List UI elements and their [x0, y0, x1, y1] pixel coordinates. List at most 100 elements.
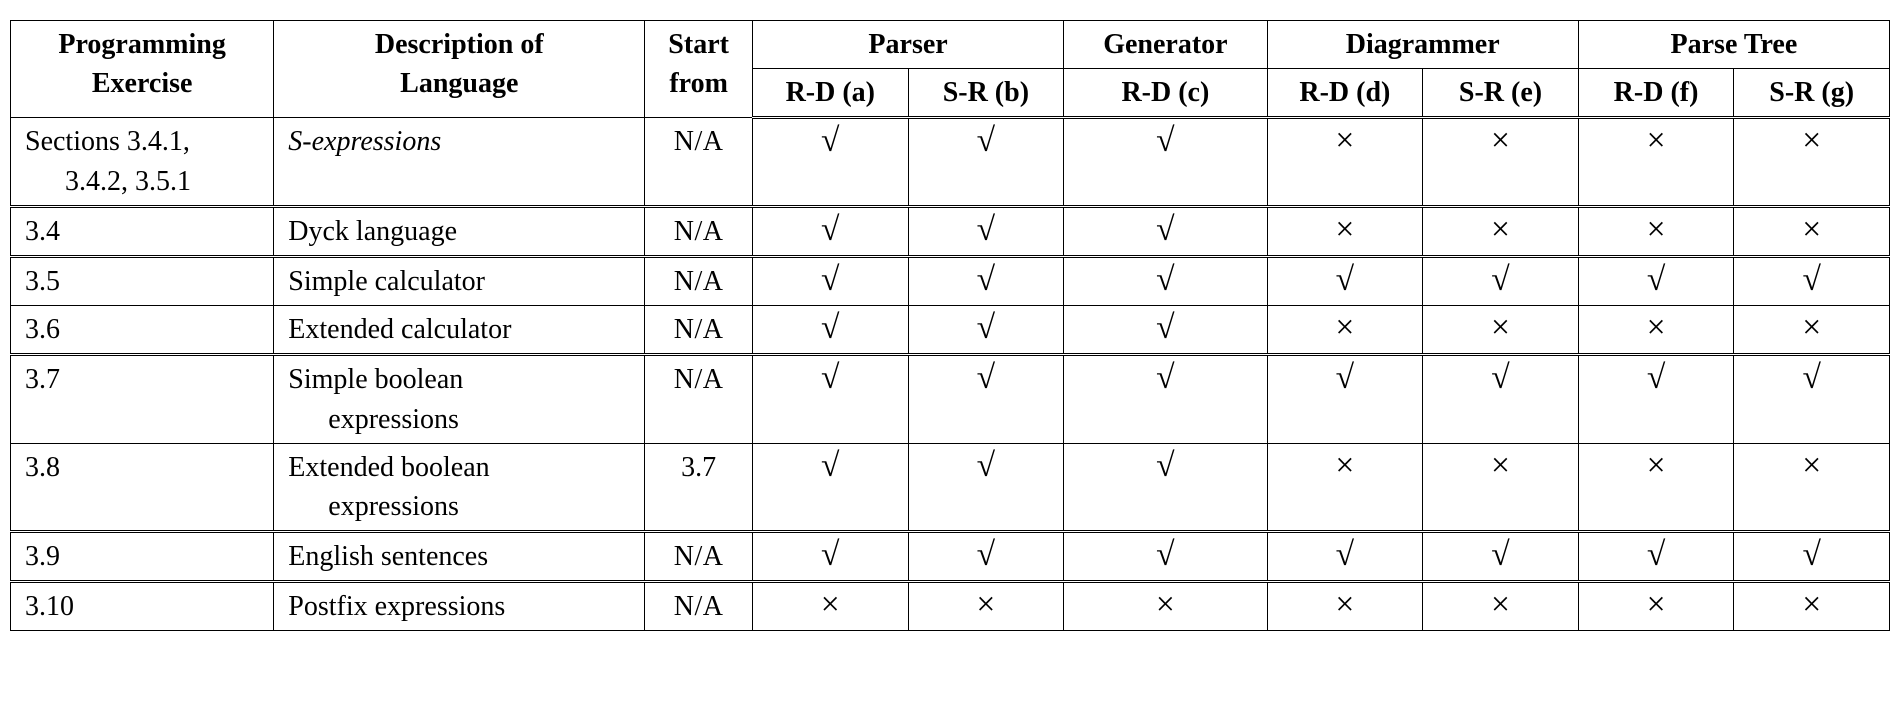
cross-icon: ×	[1335, 447, 1354, 484]
cell-parsetree-sr: ×	[1734, 443, 1890, 531]
check-icon: √	[1156, 261, 1174, 298]
hdr-parser-group: Parser	[752, 21, 1063, 69]
cell-diagrammer-rd: ×	[1267, 206, 1423, 256]
cell-parsetree-sr: ×	[1734, 306, 1890, 355]
check-icon: √	[821, 261, 839, 298]
cell-diagrammer-rd: ×	[1267, 582, 1423, 631]
cell-diagrammer-sr: ×	[1423, 206, 1579, 256]
cell-parsetree-rd: ×	[1578, 118, 1734, 206]
cell-exercise: Sections 3.4.1,3.4.2, 3.5.1	[11, 118, 274, 206]
cell-parser-rd: √	[752, 355, 908, 443]
cell-start-from: N/A	[645, 256, 753, 305]
check-icon: √	[1156, 536, 1174, 573]
cell-parser-rd: √	[752, 532, 908, 582]
cross-icon: ×	[1491, 122, 1510, 159]
cell-diagrammer-sr: ×	[1423, 582, 1579, 631]
cell-parsetree-sr: ×	[1734, 206, 1890, 256]
table-row: Sections 3.4.1,3.4.2, 3.5.1S-expressions…	[11, 118, 1890, 206]
cell-generator-rd: √	[1064, 256, 1267, 305]
cell-exercise: 3.7	[11, 355, 274, 443]
cell-language: S-expressions	[274, 118, 645, 206]
cross-icon: ×	[1335, 211, 1354, 248]
hdr-diagrammer-group: Diagrammer	[1267, 21, 1578, 69]
cell-parsetree-rd: ×	[1578, 582, 1734, 631]
cell-exercise: 3.5	[11, 256, 274, 305]
check-icon: √	[1336, 536, 1354, 573]
cell-parsetree-rd: √	[1578, 355, 1734, 443]
hdr-generator-group: Generator	[1064, 21, 1267, 69]
check-icon: √	[977, 261, 995, 298]
check-icon: √	[1647, 359, 1665, 396]
cell-diagrammer-rd: √	[1267, 532, 1423, 582]
cell-language: Simple calculator	[274, 256, 645, 305]
check-icon: √	[821, 536, 839, 573]
cell-diagrammer-sr: √	[1423, 355, 1579, 443]
cell-parsetree-sr: √	[1734, 355, 1890, 443]
check-icon: √	[821, 447, 839, 484]
cell-language: Postfix expressions	[274, 582, 645, 631]
table-body: Sections 3.4.1,3.4.2, 3.5.1S-expressions…	[11, 118, 1890, 631]
check-icon: √	[1802, 359, 1820, 396]
cell-diagrammer-sr: √	[1423, 256, 1579, 305]
cell-diagrammer-rd: ×	[1267, 118, 1423, 206]
exercise-table: Programming Exercise Description of Lang…	[10, 20, 1890, 631]
cell-parsetree-sr: √	[1734, 256, 1890, 305]
cell-start-from: 3.7	[645, 443, 753, 531]
cell-parser-rd: √	[752, 306, 908, 355]
cell-generator-rd: √	[1064, 532, 1267, 582]
cross-icon: ×	[1491, 309, 1510, 346]
cell-start-from: N/A	[645, 355, 753, 443]
cell-parser-rd: √	[752, 118, 908, 206]
cross-icon: ×	[1802, 211, 1821, 248]
cell-parsetree-sr: ×	[1734, 582, 1890, 631]
cross-icon: ×	[1647, 586, 1666, 623]
cell-parsetree-rd: √	[1578, 256, 1734, 305]
cross-icon: ×	[1491, 211, 1510, 248]
cell-parser-sr: √	[908, 532, 1064, 582]
check-icon: √	[1156, 122, 1174, 159]
cell-start-from: N/A	[645, 532, 753, 582]
hdr-parsetree-sr: S-R (g)	[1734, 69, 1890, 118]
cross-icon: ×	[1647, 122, 1666, 159]
cell-parser-sr: √	[908, 206, 1064, 256]
cell-language: Dyck language	[274, 206, 645, 256]
cell-parser-rd: ×	[752, 582, 908, 631]
cell-language: Extended calculator	[274, 306, 645, 355]
cell-start-from: N/A	[645, 306, 753, 355]
cell-diagrammer-rd: ×	[1267, 306, 1423, 355]
cell-parser-rd: √	[752, 206, 908, 256]
check-icon: √	[821, 309, 839, 346]
check-icon: √	[1156, 211, 1174, 248]
cell-generator-rd: √	[1064, 306, 1267, 355]
cell-generator-rd: √	[1064, 118, 1267, 206]
cell-generator-rd: ×	[1064, 582, 1267, 631]
cell-diagrammer-rd: √	[1267, 256, 1423, 305]
cell-language: English sentences	[274, 532, 645, 582]
check-icon: √	[977, 122, 995, 159]
cross-icon: ×	[1647, 309, 1666, 346]
table-row: 3.10Postfix expressionsN/A×××××××	[11, 582, 1890, 631]
check-icon: √	[821, 211, 839, 248]
check-icon: √	[821, 359, 839, 396]
check-icon: √	[821, 122, 839, 159]
check-icon: √	[1802, 261, 1820, 298]
table-row: 3.6Extended calculatorN/A√√√××××	[11, 306, 1890, 355]
cell-exercise: 3.10	[11, 582, 274, 631]
cell-exercise: 3.9	[11, 532, 274, 582]
table-row: 3.4Dyck languageN/A√√√××××	[11, 206, 1890, 256]
table-row: 3.8Extended booleanexpressions3.7√√√××××	[11, 443, 1890, 531]
cell-diagrammer-sr: ×	[1423, 443, 1579, 531]
cell-language: Simple booleanexpressions	[274, 355, 645, 443]
cell-diagrammer-rd: ×	[1267, 443, 1423, 531]
hdr-start-from: Start from	[645, 21, 753, 118]
hdr-parsetree-group: Parse Tree	[1578, 21, 1889, 69]
cell-language: Extended booleanexpressions	[274, 443, 645, 531]
hdr-programming-exercise: Programming Exercise	[11, 21, 274, 118]
check-icon: √	[1491, 359, 1509, 396]
check-icon: √	[1156, 447, 1174, 484]
check-icon: √	[1491, 536, 1509, 573]
cell-parser-rd: √	[752, 443, 908, 531]
check-icon: √	[1647, 536, 1665, 573]
cell-parsetree-sr: ×	[1734, 118, 1890, 206]
cell-parser-sr: ×	[908, 582, 1064, 631]
